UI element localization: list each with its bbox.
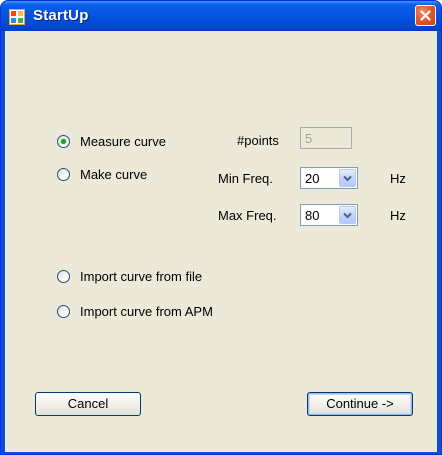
dropdown-button[interactable] [339, 206, 356, 224]
radio-label: Import curve from APM [80, 304, 213, 319]
radio-measure-curve[interactable]: Measure curve [57, 134, 166, 149]
points-field[interactable] [300, 127, 352, 149]
radio-label: Make curve [80, 167, 148, 182]
radio-label: Measure curve [80, 134, 166, 149]
radio-label: Import curve from file [80, 269, 203, 284]
min-freq-select[interactable]: 20 [300, 167, 358, 189]
radio-button-checked[interactable] [57, 135, 70, 148]
dropdown-button[interactable] [339, 169, 356, 187]
title-bar[interactable]: StartUp [1, 1, 441, 31]
radio-button[interactable] [57, 305, 70, 318]
min-freq-value: 20 [305, 171, 320, 186]
cancel-button[interactable]: Cancel [35, 392, 141, 416]
close-icon [420, 10, 431, 21]
continue-button[interactable]: Continue -> [307, 392, 413, 416]
radio-import-file[interactable]: Import curve from file [57, 269, 202, 284]
app-window-icon [9, 9, 25, 25]
radio-import-apm[interactable]: Import curve from APM [57, 304, 213, 319]
min-freq-label: Min Freq. [218, 171, 273, 186]
min-freq-unit: Hz [390, 171, 406, 186]
radio-button[interactable] [57, 168, 70, 181]
max-freq-label: Max Freq. [218, 208, 277, 223]
dialog-body: Measure curve Make curve #points Min Fre… [5, 31, 437, 452]
points-label: #points [237, 133, 279, 148]
max-freq-unit: Hz [390, 208, 406, 223]
radio-make-curve[interactable]: Make curve [57, 167, 147, 182]
startup-dialog: StartUp Measure curve Make curve #points… [0, 0, 442, 455]
max-freq-value: 80 [305, 208, 320, 223]
max-freq-select[interactable]: 80 [300, 204, 358, 226]
window-title: StartUp [33, 7, 89, 24]
chevron-down-icon [343, 212, 352, 219]
radio-button[interactable] [57, 270, 70, 283]
close-button[interactable] [415, 5, 436, 26]
chevron-down-icon [343, 175, 352, 182]
